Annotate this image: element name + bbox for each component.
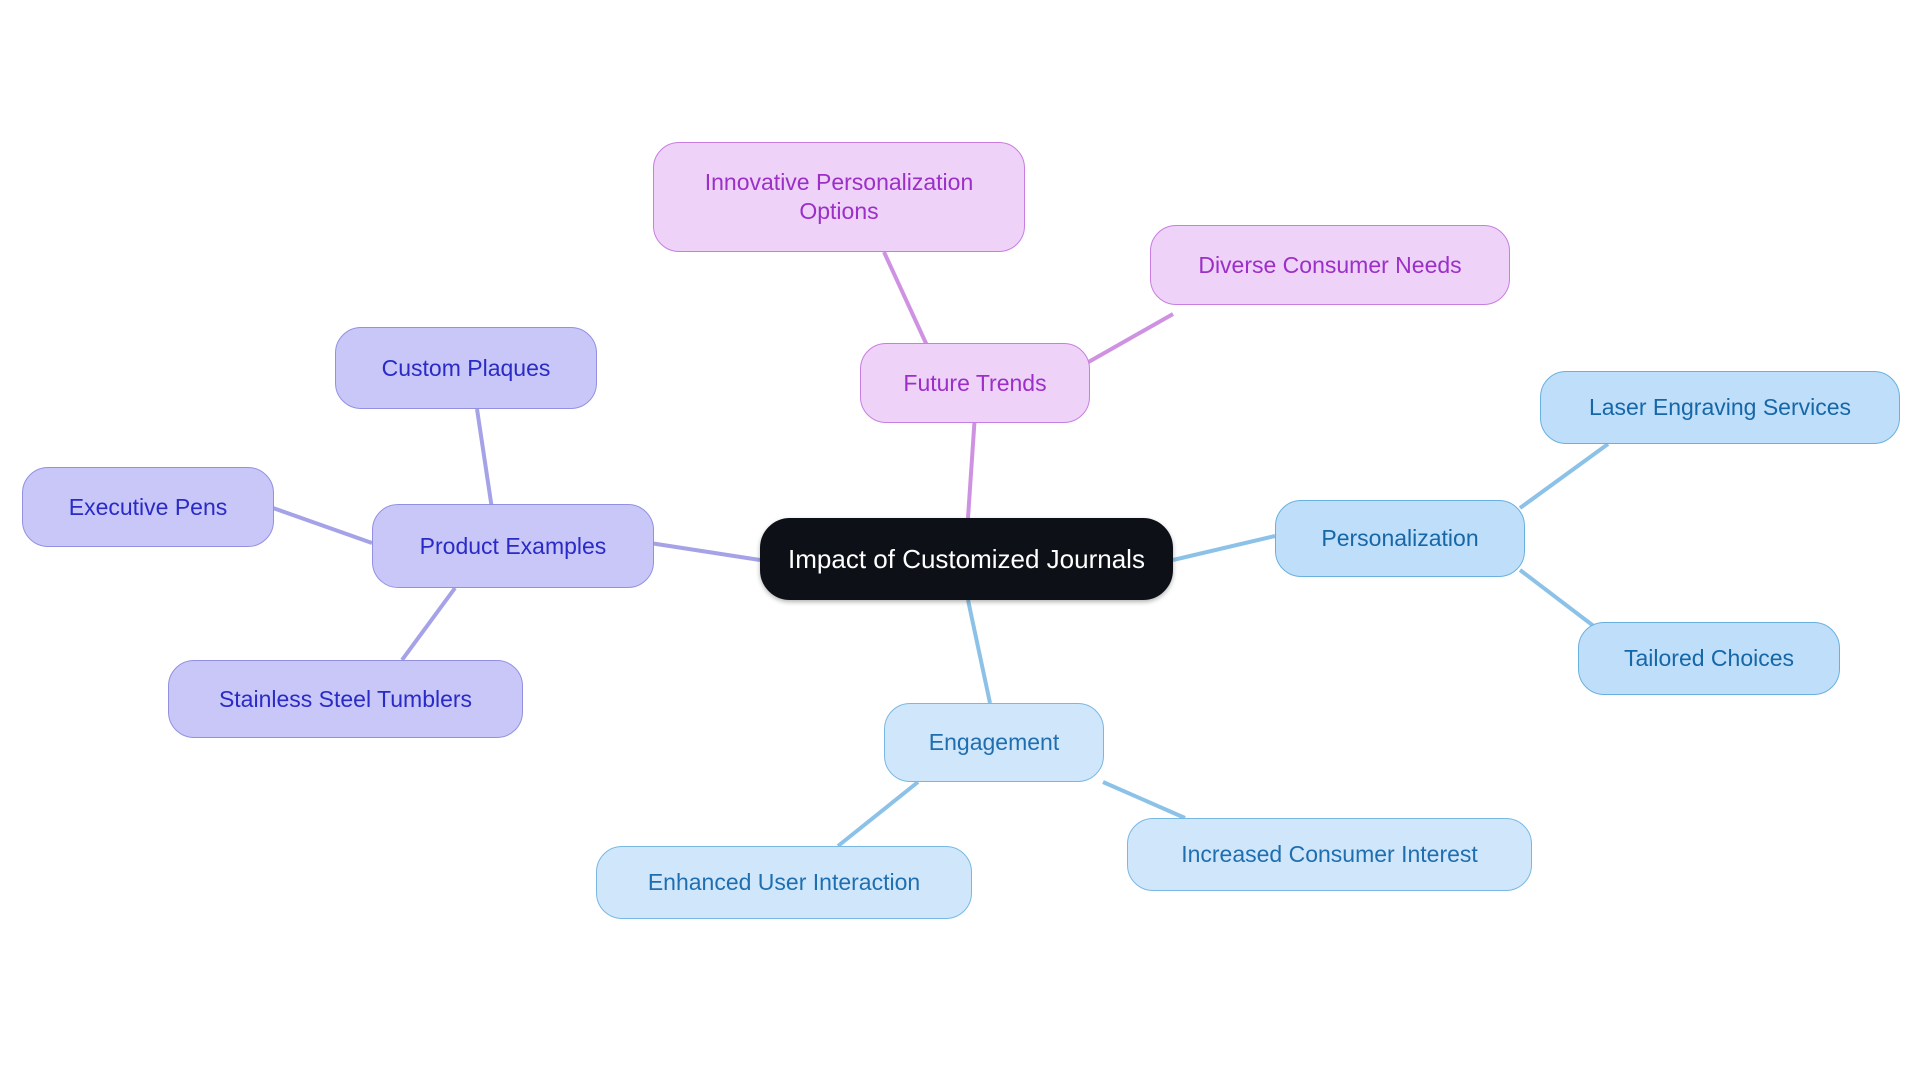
edge-root-to-personalization [1172, 534, 1276, 562]
edge-product-examples-to-custom-plaques [475, 408, 494, 510]
edge-root-to-engagement [966, 599, 992, 704]
node-executive-pens[interactable]: Executive Pens [22, 467, 274, 547]
edge-future-trends-to-innovative-personalization-options [882, 251, 932, 353]
node-root[interactable]: Impact of Customized Journals [760, 518, 1173, 600]
node-product-examples[interactable]: Product Examples [372, 504, 654, 588]
node-personalization[interactable]: Personalization [1275, 500, 1525, 577]
edge-future-trends-to-diverse-consumer-needs [1084, 312, 1174, 366]
edge-engagement-to-enhanced-user-interaction [836, 780, 920, 848]
node-engagement[interactable]: Engagement [884, 703, 1104, 782]
edge-root-to-product-examples [649, 541, 761, 562]
node-diverse-consumer-needs[interactable]: Diverse Consumer Needs [1150, 225, 1510, 305]
edge-product-examples-to-stainless-steel-tumblers [400, 586, 457, 662]
node-innovative-personalization-options[interactable]: Innovative Personalization Options [653, 142, 1025, 252]
node-laser-engraving-services[interactable]: Laser Engraving Services [1540, 371, 1900, 444]
node-custom-plaques[interactable]: Custom Plaques [335, 327, 597, 409]
node-stainless-steel-tumblers[interactable]: Stainless Steel Tumblers [168, 660, 523, 738]
edge-personalization-to-laser-engraving-services [1518, 442, 1610, 510]
node-enhanced-user-interaction[interactable]: Enhanced User Interaction [596, 846, 972, 919]
edge-root-to-future-trends [966, 413, 977, 519]
node-tailored-choices[interactable]: Tailored Choices [1578, 622, 1840, 695]
edge-product-examples-to-executive-pens [272, 506, 373, 545]
edge-engagement-to-increased-consumer-interest [1102, 780, 1186, 820]
node-future-trends[interactable]: Future Trends [860, 343, 1090, 423]
node-increased-consumer-interest[interactable]: Increased Consumer Interest [1127, 818, 1532, 891]
mindmap-canvas: Impact of Customized Journals Personaliz… [0, 0, 1920, 1083]
